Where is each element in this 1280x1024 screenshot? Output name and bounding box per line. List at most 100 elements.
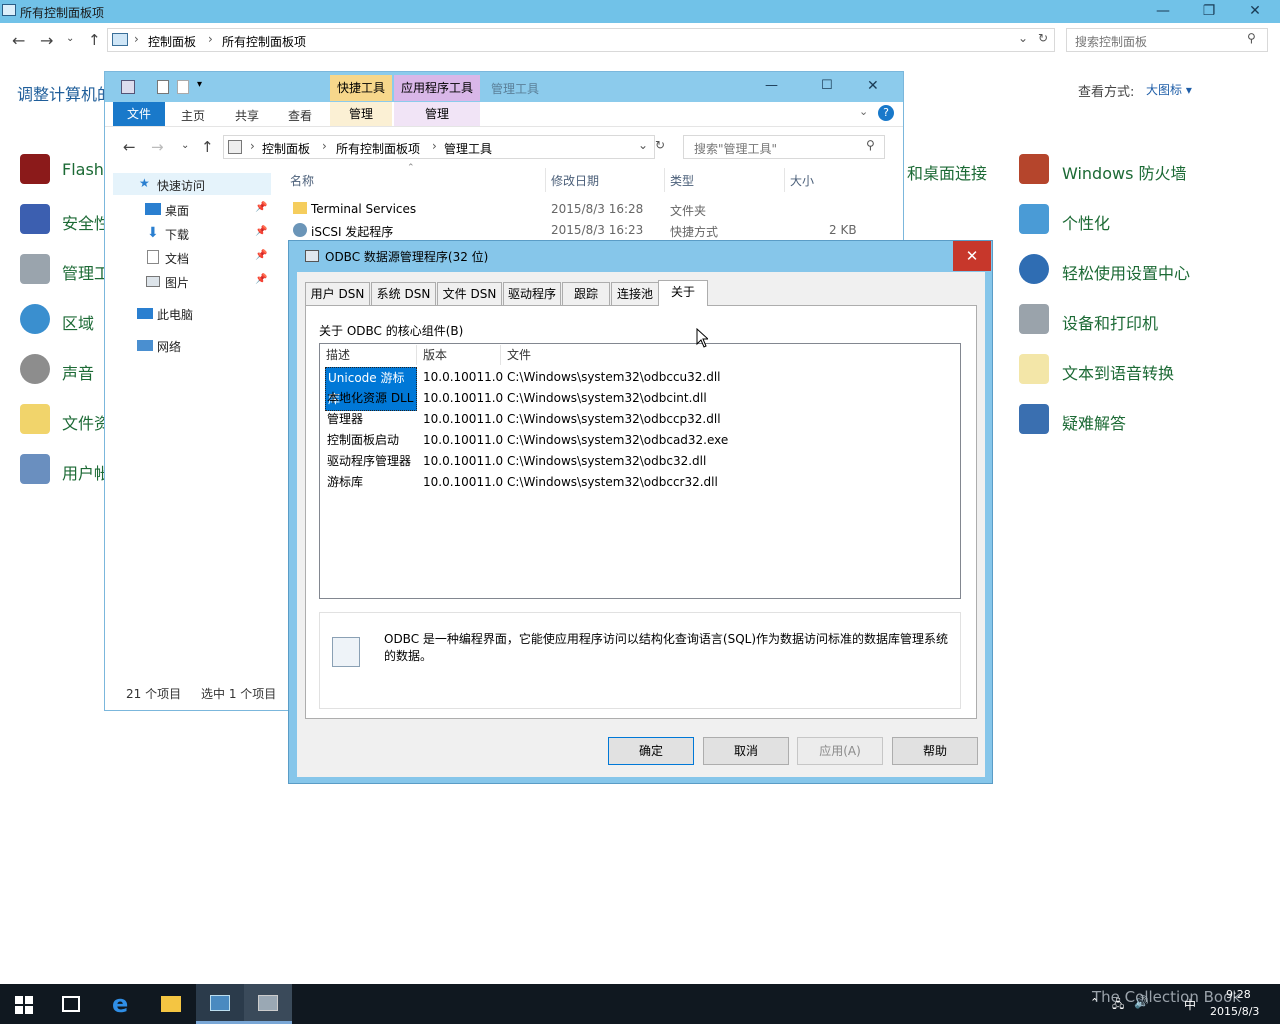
expand-ribbon-icon[interactable]: ⌄ xyxy=(859,105,868,118)
ribbon-tab-home[interactable]: 主页 xyxy=(181,107,205,124)
list-row[interactable]: 管理器 10.0.10011.0 C:\Windows\system32\odb… xyxy=(320,409,960,430)
clock-date[interactable]: 2015/8/3 xyxy=(1210,1005,1259,1018)
column-description[interactable]: 描述 xyxy=(320,345,417,365)
column-size[interactable]: 大小 xyxy=(790,172,814,189)
cp-item-user-accounts[interactable]: 用户帐 xyxy=(62,460,110,484)
tab-system-dsn[interactable]: 系统 DSN xyxy=(371,282,436,306)
clock-time[interactable]: 9:28 xyxy=(1226,988,1251,1001)
cp-item-text-to-speech[interactable]: 文本到语音转换 xyxy=(1062,360,1174,384)
column-name[interactable]: 名称 xyxy=(290,172,314,189)
task-view-icon[interactable] xyxy=(62,996,80,1012)
new-folder-icon[interactable] xyxy=(177,80,189,94)
forward-arrow-icon[interactable]: → xyxy=(151,138,164,156)
ribbon-tab-manage-app[interactable]: 管理 xyxy=(394,102,480,126)
back-arrow-icon[interactable]: ← xyxy=(123,138,136,156)
back-arrow-icon[interactable]: ← xyxy=(12,31,25,50)
view-mode-dropdown[interactable]: 大图标 ▾ xyxy=(1146,81,1192,98)
cancel-button[interactable]: 取消 xyxy=(703,737,789,765)
tab-drivers[interactable]: 驱动程序 xyxy=(503,282,561,306)
up-arrow-icon[interactable]: ↑ xyxy=(201,138,214,156)
cp-item-security[interactable]: 安全性 xyxy=(62,210,110,234)
nav-desktop[interactable]: 桌面 xyxy=(165,202,189,219)
cp-item-remote-desktop[interactable]: 和桌面连接 xyxy=(907,160,987,184)
ribbon-tab-share[interactable]: 共享 xyxy=(235,107,259,124)
up-arrow-icon[interactable]: ↑ xyxy=(88,31,101,49)
nav-quick-access[interactable]: ★ 快速访问 xyxy=(113,173,271,195)
search-icon[interactable]: ⚲ xyxy=(866,138,875,152)
control-panel-taskbar-button[interactable] xyxy=(196,984,244,1024)
network-tray-icon[interactable]: 🖧 xyxy=(1112,996,1124,1015)
file-row[interactable]: Terminal Services 2015/8/3 16:28 文件夹 xyxy=(285,200,865,220)
ok-button[interactable]: 确定 xyxy=(608,737,694,765)
column-type[interactable]: 类型 xyxy=(670,172,694,189)
control-panel-search-input[interactable]: 搜索控制面板 ⚲ xyxy=(1066,28,1268,52)
context-tab-shortcut-tools[interactable]: 快捷工具 xyxy=(330,75,392,101)
show-hidden-icons-icon[interactable]: ⌃ xyxy=(1090,996,1099,1009)
cp-item-devices-printers[interactable]: 设备和打印机 xyxy=(1062,310,1158,334)
context-tab-app-tools[interactable]: 应用程序工具 xyxy=(394,75,480,101)
odbc-taskbar-button[interactable] xyxy=(244,984,292,1024)
column-file[interactable]: 文件 xyxy=(501,345,960,365)
dialog-close-button[interactable]: ✕ xyxy=(953,241,991,271)
breadcrumb-admin-tools[interactable]: 管理工具 xyxy=(444,140,492,157)
list-row[interactable]: 控制面板启动 10.0.10011.0 C:\Windows\system32\… xyxy=(320,430,960,451)
volume-icon[interactable]: 🔊 xyxy=(1134,995,1149,1009)
list-row[interactable]: Unicode 游标库 10.0.10011.0 C:\Windows\syst… xyxy=(320,367,960,411)
address-dropdown-icon[interactable]: ⌄ xyxy=(1018,31,1028,45)
properties-icon[interactable] xyxy=(157,80,169,94)
search-icon[interactable]: ⚲ xyxy=(1247,31,1256,45)
cp-item-region[interactable]: 区域 xyxy=(62,310,94,334)
help-button[interactable]: 帮助 xyxy=(892,737,978,765)
cp-item-file-explorer[interactable]: 文件资 xyxy=(62,410,110,434)
list-row[interactable]: 本地化资源 DLL 10.0.10011.0 C:\Windows\system… xyxy=(320,388,960,409)
refresh-icon[interactable]: ↻ xyxy=(1038,31,1048,45)
recent-dropdown-icon[interactable]: ⌄ xyxy=(181,140,189,151)
explorer-search-input[interactable]: 搜索"管理工具" ⚲ xyxy=(683,135,885,159)
control-panel-address-bar[interactable]: › 控制面板 › 所有控制面板项 ⌄ ↻ xyxy=(107,28,1055,52)
nav-network[interactable]: 网络 xyxy=(157,338,181,355)
column-version[interactable]: 版本 xyxy=(417,345,501,365)
tab-about[interactable]: 关于 xyxy=(658,280,708,306)
explorer-address-bar[interactable]: › 控制面板 › 所有控制面板项 › 管理工具 ⌄ xyxy=(223,135,655,159)
ribbon-tab-file[interactable]: 文件 xyxy=(113,102,165,126)
breadcrumb-control-panel[interactable]: 控制面板 xyxy=(148,33,196,50)
tab-connection-pooling[interactable]: 连接池 xyxy=(611,282,659,306)
explorer-maximize-button[interactable]: ☐ xyxy=(821,78,833,93)
address-dropdown-icon[interactable]: ⌄ xyxy=(638,138,648,152)
file-row[interactable]: iSCSI 发起程序 2015/8/3 16:23 快捷方式 2 KB xyxy=(285,221,865,241)
cp-item-sound[interactable]: 声音 xyxy=(62,360,94,384)
tab-tracing[interactable]: 跟踪 xyxy=(562,282,610,306)
explorer-minimize-button[interactable]: — xyxy=(765,78,778,93)
restore-button[interactable]: ❐ xyxy=(1186,0,1232,22)
list-row[interactable]: 游标库 10.0.10011.0 C:\Windows\system32\odb… xyxy=(320,472,960,493)
minimize-button[interactable]: — xyxy=(1140,0,1186,22)
recent-dropdown-icon[interactable]: ⌄ xyxy=(66,33,74,44)
tab-file-dsn[interactable]: 文件 DSN xyxy=(437,282,502,306)
breadcrumb-control-panel[interactable]: 控制面板 xyxy=(262,140,310,157)
core-components-list[interactable]: 描述 版本 文件 Unicode 游标库 10.0.10011.0 C:\Win… xyxy=(319,343,961,599)
file-explorer-taskbar-icon[interactable] xyxy=(161,996,181,1012)
ribbon-tab-manage-shortcut[interactable]: 管理 xyxy=(330,102,392,126)
cp-item-admin-tools[interactable]: 管理工 xyxy=(62,260,110,284)
breadcrumb-all-items[interactable]: 所有控制面板项 xyxy=(336,140,420,157)
explorer-close-button[interactable]: ✕ xyxy=(867,78,879,94)
cp-item-ease-of-access[interactable]: 轻松使用设置中心 xyxy=(1062,260,1190,284)
start-windows-icon[interactable] xyxy=(15,996,33,1014)
forward-arrow-icon[interactable]: → xyxy=(40,31,53,50)
column-modified[interactable]: 修改日期 xyxy=(551,172,599,189)
cp-item-personalization[interactable]: 个性化 xyxy=(1062,210,1110,234)
customize-toolbar-icon[interactable]: ▾ xyxy=(197,79,202,90)
apply-button[interactable]: 应用(A) xyxy=(797,737,883,765)
list-row[interactable]: 驱动程序管理器 10.0.10011.0 C:\Windows\system32… xyxy=(320,451,960,472)
help-icon[interactable]: ? xyxy=(878,105,894,121)
refresh-icon[interactable]: ↻ xyxy=(655,138,665,152)
close-button[interactable]: ✕ xyxy=(1232,0,1278,22)
nav-this-pc[interactable]: 此电脑 xyxy=(157,306,193,323)
ime-indicator[interactable]: 中 xyxy=(1184,996,1196,1013)
tab-user-dsn[interactable]: 用户 DSN xyxy=(305,282,370,306)
cp-item-troubleshooting[interactable]: 疑难解答 xyxy=(1062,410,1126,434)
nav-documents[interactable]: 文档 xyxy=(165,250,189,267)
nav-downloads[interactable]: 下载 xyxy=(165,226,189,243)
breadcrumb-all-items[interactable]: 所有控制面板项 xyxy=(222,33,306,50)
edge-browser-icon[interactable]: e xyxy=(112,990,128,1018)
